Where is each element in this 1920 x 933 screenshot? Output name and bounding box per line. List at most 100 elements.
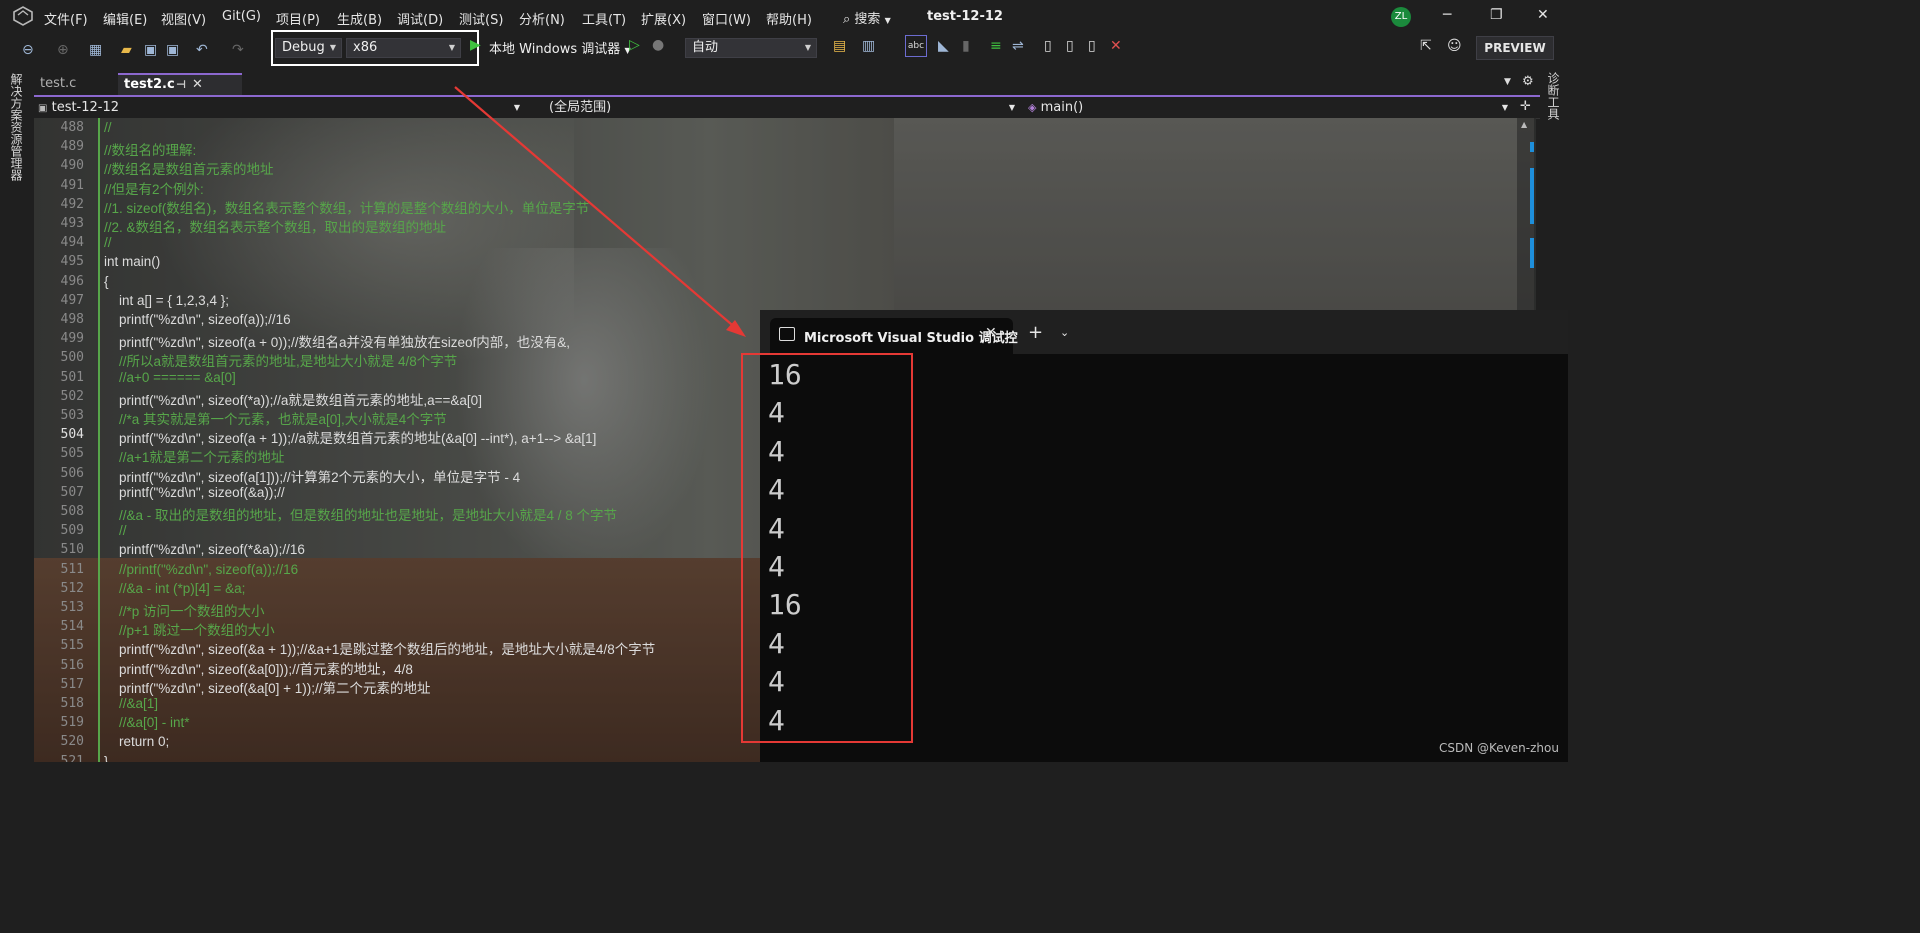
restore-icon[interactable]: ❐ <box>1490 7 1503 23</box>
back-icon[interactable]: ⊖ <box>22 42 34 58</box>
configuration-value: Debug <box>282 40 325 55</box>
tab-test-c[interactable]: test.c <box>34 73 116 95</box>
line-number: 508 <box>60 504 84 519</box>
tab-test2-c[interactable]: test2.c ⊣ ✕ <box>118 73 242 95</box>
menu-debug[interactable]: 调试(D) <box>397 9 443 28</box>
platform-value: x86 <box>353 40 378 55</box>
code-line: printf("%zd\n", sizeof(*&a));//16 <box>104 542 305 558</box>
settings-icon[interactable]: ⚙ <box>1522 74 1534 89</box>
select-icon[interactable]: ◣ <box>938 38 949 54</box>
code-line: printf("%zd\n", sizeof(*a));//a就是数组首元素的地… <box>104 392 482 408</box>
avatar[interactable]: ZL <box>1391 7 1411 27</box>
code-line: printf("%zd\n", sizeof(a + 0));//数组名a并没有… <box>104 335 571 351</box>
solution-explorer-tab[interactable]: 解决方案资源管理器 <box>0 67 34 762</box>
menu-edit[interactable]: 编辑(E) <box>103 9 147 28</box>
close-icon[interactable]: ✕ <box>1537 7 1549 23</box>
redo-icon[interactable]: ↷ <box>232 42 244 58</box>
menu-file[interactable]: 文件(F) <box>44 9 88 28</box>
menu-bar: 文件(F) 编辑(E) 视图(V) Git(G) 项目(P) 生成(B) 调试(… <box>0 0 1568 33</box>
line-number: 501 <box>60 369 84 385</box>
code-line: //但是有2个例外: <box>104 181 204 197</box>
search-button[interactable]: ⌕ 搜索 ▼ <box>843 8 891 27</box>
menu-window[interactable]: 窗口(W) <box>702 9 751 28</box>
line-number: 499 <box>60 331 84 347</box>
new-tab-icon[interactable]: + <box>1028 322 1043 343</box>
find-in-files-icon[interactable]: ▤ <box>833 38 846 54</box>
line-number: 503 <box>60 408 84 423</box>
minimize-icon[interactable]: ─ <box>1443 7 1451 23</box>
code-line: printf("%zd\n", sizeof(&a[0]));//首元素的地址，… <box>104 661 413 677</box>
code-line: //printf("%zd\n", sizeof(a));//16 <box>104 561 299 577</box>
configuration-dropdown[interactable]: Debug ▼ <box>275 38 342 58</box>
layout-icon[interactable]: ▥ <box>862 38 875 54</box>
line-number: 500 <box>60 350 84 366</box>
code-line: //&a[0] - int* <box>104 715 190 731</box>
bookmark-icon[interactable]: ▯ <box>1044 38 1052 54</box>
spell-check-icon[interactable]: abc <box>905 35 927 57</box>
share-icon[interactable]: ⇱ <box>1420 38 1432 54</box>
menu-view[interactable]: 视图(V) <box>161 9 206 28</box>
code-line: int a[] = { 1,2,3,4 }; <box>104 292 229 308</box>
close-icon[interactable]: ✕ <box>985 325 997 341</box>
diagnostic-tools-tab[interactable]: 诊断工具 <box>1540 67 1568 317</box>
scope-dropdown[interactable]: (全局范围) ▼ <box>549 98 1019 117</box>
menu-build[interactable]: 生成(B) <box>337 9 382 28</box>
comment-icon[interactable]: ≡ <box>990 38 1002 54</box>
close-tab-icon[interactable]: ✕ <box>192 75 203 95</box>
save-icon[interactable]: ▣ <box>144 42 157 58</box>
scroll-marker <box>1530 238 1534 268</box>
code-line: int main() <box>104 254 161 270</box>
chevron-down-icon: ▼ <box>448 43 455 52</box>
scroll-marker <box>1530 168 1534 224</box>
line-number: 490 <box>60 158 84 174</box>
prev-bookmark-icon[interactable]: ▯ <box>1066 38 1074 54</box>
open-folder-icon[interactable]: ▰ <box>121 42 132 58</box>
menu-analyze[interactable]: 分析(N) <box>519 9 565 28</box>
start-without-debug-icon[interactable]: ▷ <box>629 37 640 53</box>
project-dropdown[interactable]: ▣ test-12-12 ▼ <box>38 98 524 117</box>
debugger-button[interactable]: 本地 Windows 调试器 ▼ <box>489 38 631 57</box>
menu-test[interactable]: 测试(S) <box>459 9 503 28</box>
line-number: 513 <box>60 600 84 615</box>
menu-extensions[interactable]: 扩展(X) <box>641 9 686 28</box>
code-line: //数组名的理解: <box>104 143 197 159</box>
code-line: //&a[1] <box>104 696 159 711</box>
chevron-down-icon[interactable]: ⌄ <box>1060 326 1069 339</box>
line-number: 497 <box>60 292 84 308</box>
hot-reload-icon[interactable]: ● <box>652 37 664 53</box>
next-bookmark-icon[interactable]: ▯ <box>1088 38 1096 54</box>
feedback-icon[interactable]: ☺ <box>1447 38 1462 54</box>
auto-dropdown[interactable]: 自动 ▼ <box>685 38 817 58</box>
menu-project[interactable]: 项目(P) <box>276 9 320 28</box>
clear-bookmarks-icon[interactable]: ✕ <box>1110 38 1122 54</box>
pin-icon[interactable]: ⊣ <box>176 75 186 95</box>
code-line: //*p 访问一个数组的大小 <box>104 604 265 619</box>
code-line: printf("%zd\n", sizeof(a));//16 <box>104 312 291 327</box>
undo-icon[interactable]: ↶ <box>196 42 208 58</box>
line-number: 510 <box>60 542 84 558</box>
code-line: printf("%zd\n", sizeof(a + 1));//a就是数组首元… <box>104 431 597 447</box>
indent-icon[interactable]: ▮ <box>962 38 970 54</box>
menu-help[interactable]: 帮助(H) <box>766 9 812 28</box>
console-tab[interactable]: Microsoft Visual Studio 调试控 ✕ <box>770 318 1018 354</box>
line-number: 493 <box>60 216 84 231</box>
chevron-down-icon: ▼ <box>804 43 811 52</box>
scroll-up-icon[interactable]: ▲ <box>1521 120 1527 129</box>
split-icon[interactable]: ✛ <box>1520 99 1531 114</box>
line-number: 507 <box>60 484 84 500</box>
tab-list-icon[interactable]: ▼ <box>1504 77 1511 87</box>
uncomment-icon[interactable]: ⇌ <box>1012 38 1024 54</box>
start-debug-icon[interactable]: ▶ <box>470 37 481 53</box>
menu-git[interactable]: Git(G) <box>222 9 261 24</box>
preview-button[interactable]: PREVIEW <box>1476 36 1554 60</box>
member-dropdown[interactable]: ◈ main() ▼ <box>1028 98 1512 117</box>
new-project-icon[interactable]: ▦ <box>89 42 102 58</box>
line-number: 520 <box>60 734 84 750</box>
line-number: 504 <box>60 427 84 443</box>
line-number: 489 <box>60 139 84 155</box>
platform-dropdown[interactable]: x86 ▼ <box>346 38 461 58</box>
solution-title: test-12-12 <box>927 9 1003 24</box>
save-all-icon[interactable]: ▣ <box>166 42 179 58</box>
forward-icon[interactable]: ⊕ <box>57 42 69 58</box>
menu-tools[interactable]: 工具(T) <box>582 9 626 28</box>
